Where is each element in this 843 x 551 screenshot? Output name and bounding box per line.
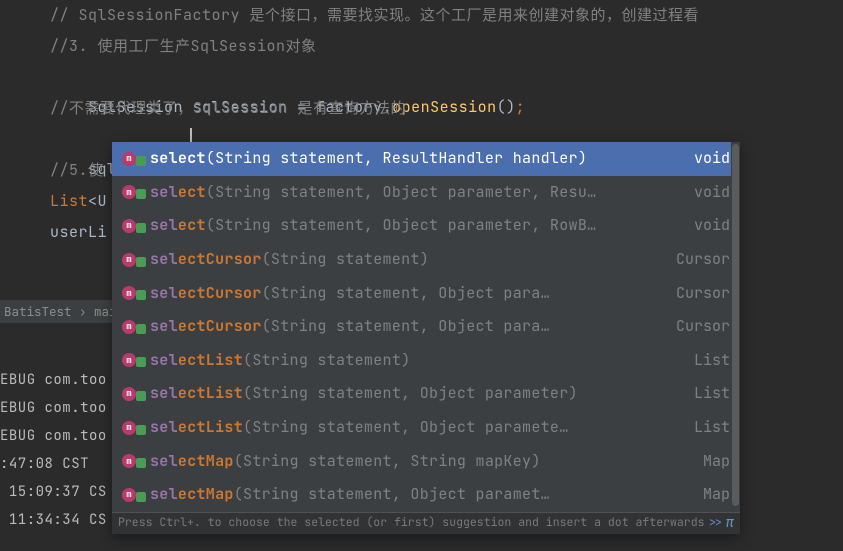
popup-hint-bar: Press Ctrl+. to choose the selected (or … [112,512,740,534]
method-icon: m [122,384,150,404]
completion-params: (String statement, Object para… [262,319,658,334]
completion-return-type: Map [685,487,730,502]
completion-params: (String statement, Object paramet… [234,487,685,502]
popup-scrollbar[interactable] [731,142,740,512]
completion-params: (String statement, Object parameter, Res… [206,185,676,200]
completion-params: (String statement, Object parameter) [243,386,676,401]
completion-item[interactable]: mselectList(String statement, Object par… [112,377,740,411]
completion-return-type: List [676,420,730,435]
completion-method-name: select [150,151,206,166]
console-output: EBUG com.too EBUG com.too EBUG com.too :… [0,338,107,534]
completion-return-type: void [676,218,730,233]
completion-params: (String statement) [243,353,676,368]
completion-method-name: selectCursor [150,252,262,267]
completion-item[interactable]: mselect(String statement, Object paramet… [112,176,740,210]
completion-item[interactable]: mselectMap(String statement, Object para… [112,478,740,512]
method-icon: m [122,485,150,505]
popup-hint-text: Press Ctrl+. to choose the selected (or … [118,517,705,529]
breadcrumb[interactable]: BatisTest › mai [0,300,121,323]
completion-method-name: selectMap [150,454,234,469]
console-line: EBUG com.too [0,427,107,445]
method-icon: m [122,216,150,236]
completion-params: (String statement, Object paramete… [243,420,676,435]
code-completion-popup[interactable]: mselect(String statement, ResultHandler … [112,142,740,534]
console-line: EBUG com.too [0,399,107,417]
completion-params: (String statement) [262,252,658,267]
completion-return-type: List [676,353,730,368]
completion-return-type: Cursor [658,319,730,334]
completion-return-type: void [676,151,730,166]
completion-params: (String statement, String mapKey) [234,454,685,469]
completion-return-type: List [676,386,730,401]
comment-line: // SqlSessionFactory 是个接口，需要找实现。这个工厂是用来创… [50,5,699,25]
console-line: 15:09:37 CS [9,483,107,501]
comment-line: // [50,36,69,56]
method-icon: m [122,451,150,471]
completion-item[interactable]: mselectMap(String statement, String mapK… [112,444,740,478]
completion-method-name: selectList [150,353,243,368]
completion-return-type: Cursor [658,286,730,301]
completion-params: (String statement, ResultHandler handler… [206,151,676,166]
console-line: :47:08 CST [0,455,89,473]
completion-method-name: selectList [150,386,243,401]
method-icon: m [122,182,150,202]
method-icon: m [122,418,150,438]
completion-return-type: void [676,185,730,200]
console-line: 11:34:34 CS [9,511,107,529]
completion-method-name: select [150,185,206,200]
completion-params: (String statement, Object parameter, Row… [206,218,676,233]
completion-return-type: Cursor [658,252,730,267]
completion-item[interactable]: mselectList(String statement, Object par… [112,411,740,445]
completion-item[interactable]: mselectCursor(String statement)Cursor [112,243,740,277]
scrollbar-thumb[interactable] [732,144,739,506]
popup-hint-link[interactable]: >> [709,517,723,529]
comment-line: //不需要代理类了，SqlSession 是有查询方法的 [50,98,406,118]
completion-method-name: selectCursor [150,286,262,301]
breadcrumb-item[interactable]: BatisTest [4,303,72,320]
completion-item[interactable]: mselectList(String statement)List [112,344,740,378]
completion-method-name: selectList [150,420,243,435]
method-icon: m [122,350,150,370]
console-line: EBUG com.too [0,371,107,389]
completion-params: (String statement, Object para… [262,286,658,301]
code-token: userLi [50,222,107,242]
completion-method-name: select [150,218,206,233]
completion-return-type: Map [685,454,730,469]
comment-line: //5.使 [50,160,104,180]
completion-method-name: selectCursor [150,319,262,334]
pi-icon[interactable]: π [726,516,734,530]
completion-method-name: selectMap [150,487,234,502]
method-icon: m [122,317,150,337]
completion-item[interactable]: mselectCursor(String statement, Object p… [112,276,740,310]
method-icon: m [122,283,150,303]
completion-item[interactable]: mselect(String statement, Object paramet… [112,209,740,243]
completion-item[interactable]: mselectCursor(String statement, Object p… [112,310,740,344]
completion-item[interactable]: mselect(String statement, ResultHandler … [112,142,740,176]
type-token: List [50,191,88,211]
method-icon: m [122,250,150,270]
method-icon: m [122,149,150,169]
